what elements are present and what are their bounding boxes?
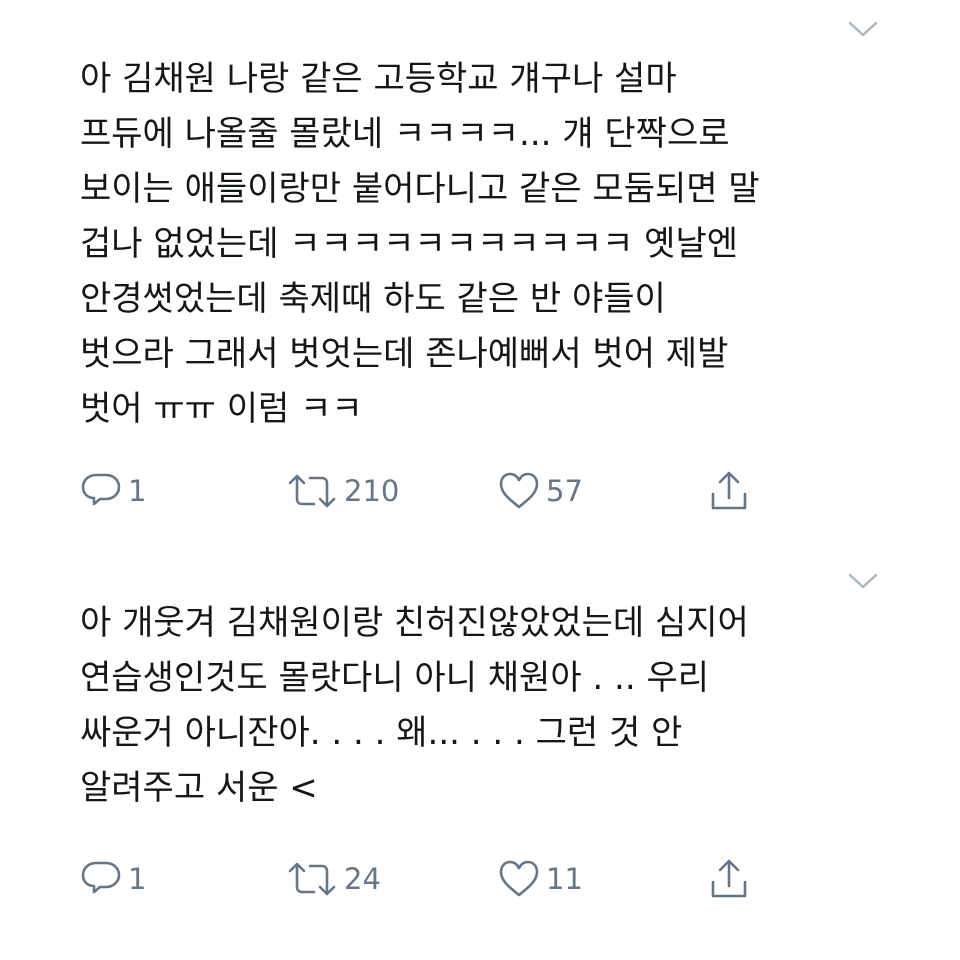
tweet-actions: 1 24 11 xyxy=(80,854,780,904)
reply-button[interactable]: 1 xyxy=(80,466,146,516)
reply-count: 1 xyxy=(128,862,147,896)
tweet-text-line: 프듀에 나올줄 몰랐네 ㅋㅋㅋㅋ... 걔 단짝으로 xyxy=(80,114,730,154)
heart-icon xyxy=(499,472,539,509)
tweet-menu-button[interactable] xyxy=(846,566,880,596)
tweet-text-line: 싸운거 아니잔아. . . . 왜... . . . 그런 것 안 xyxy=(80,713,683,753)
tweet-menu-button[interactable] xyxy=(846,14,880,44)
share-button[interactable] xyxy=(708,854,750,904)
share-button[interactable] xyxy=(708,466,750,516)
tweet-text-line: 겁나 없었는데 ㅋㅋㅋㅋㅋㅋㅋㅋㅋㅋㅋ 옛날엔 xyxy=(80,224,739,264)
chevron-down-icon xyxy=(848,573,878,589)
tweet: 아 김채원 나랑 같은 고등학교 걔구나 설마 프듀에 나올줄 몰랐네 ㅋㅋㅋㅋ… xyxy=(0,0,960,540)
retweet-icon xyxy=(288,862,336,896)
share-icon xyxy=(711,471,747,510)
tweet-text-line: 보이는 애들이랑만 붙어다니고 같은 모둠되면 말 xyxy=(80,169,760,209)
like-button[interactable]: 11 xyxy=(498,854,583,904)
like-count: 11 xyxy=(546,862,583,896)
chevron-down-icon xyxy=(848,21,878,37)
retweet-icon xyxy=(288,474,336,508)
reply-count: 1 xyxy=(128,474,147,508)
retweet-count: 210 xyxy=(344,474,400,508)
tweet-text-line: 벗어 ㅠㅠ 이럼 ㅋㅋ xyxy=(80,389,363,429)
retweet-button[interactable]: 210 xyxy=(286,466,399,516)
reply-icon xyxy=(81,861,121,894)
tweet-text-line: 안경썻었는데 축제때 하도 같은 반 야들이 xyxy=(80,279,666,319)
tweet: 아 개웃겨 김채원이랑 친허진않았었는데 심지어 연습생인것도 몰랏다니 아니 … xyxy=(0,560,960,960)
tweet-text: 아 김채원 나랑 같은 고등학교 걔구나 설마 프듀에 나올줄 몰랐네 ㅋㅋㅋㅋ… xyxy=(80,52,880,437)
tweet-text-line: 알려주고 서운 < xyxy=(80,768,318,808)
like-count: 57 xyxy=(546,474,583,508)
tweet-text-line: 아 개웃겨 김채원이랑 친허진않았었는데 심지어 xyxy=(80,603,749,643)
retweet-button[interactable]: 24 xyxy=(286,854,381,904)
like-button[interactable]: 57 xyxy=(498,466,583,516)
tweet-text: 아 개웃겨 김채원이랑 친허진않았었는데 심지어 연습생인것도 몰랏다니 아니 … xyxy=(80,596,880,816)
tweet-text-line: 연습생인것도 몰랏다니 아니 채원아 . .. 우리 xyxy=(80,658,710,698)
tweet-actions: 1 210 57 xyxy=(80,466,780,516)
retweet-count: 24 xyxy=(344,862,381,896)
heart-icon xyxy=(499,860,539,897)
tweet-text-line: 아 김채원 나랑 같은 고등학교 걔구나 설마 xyxy=(80,59,677,99)
reply-icon xyxy=(81,473,121,506)
reply-button[interactable]: 1 xyxy=(80,854,146,904)
share-icon xyxy=(711,859,747,898)
tweet-text-line: 벗으라 그래서 벗엇는데 존나예뻐서 벗어 제발 xyxy=(80,334,729,374)
